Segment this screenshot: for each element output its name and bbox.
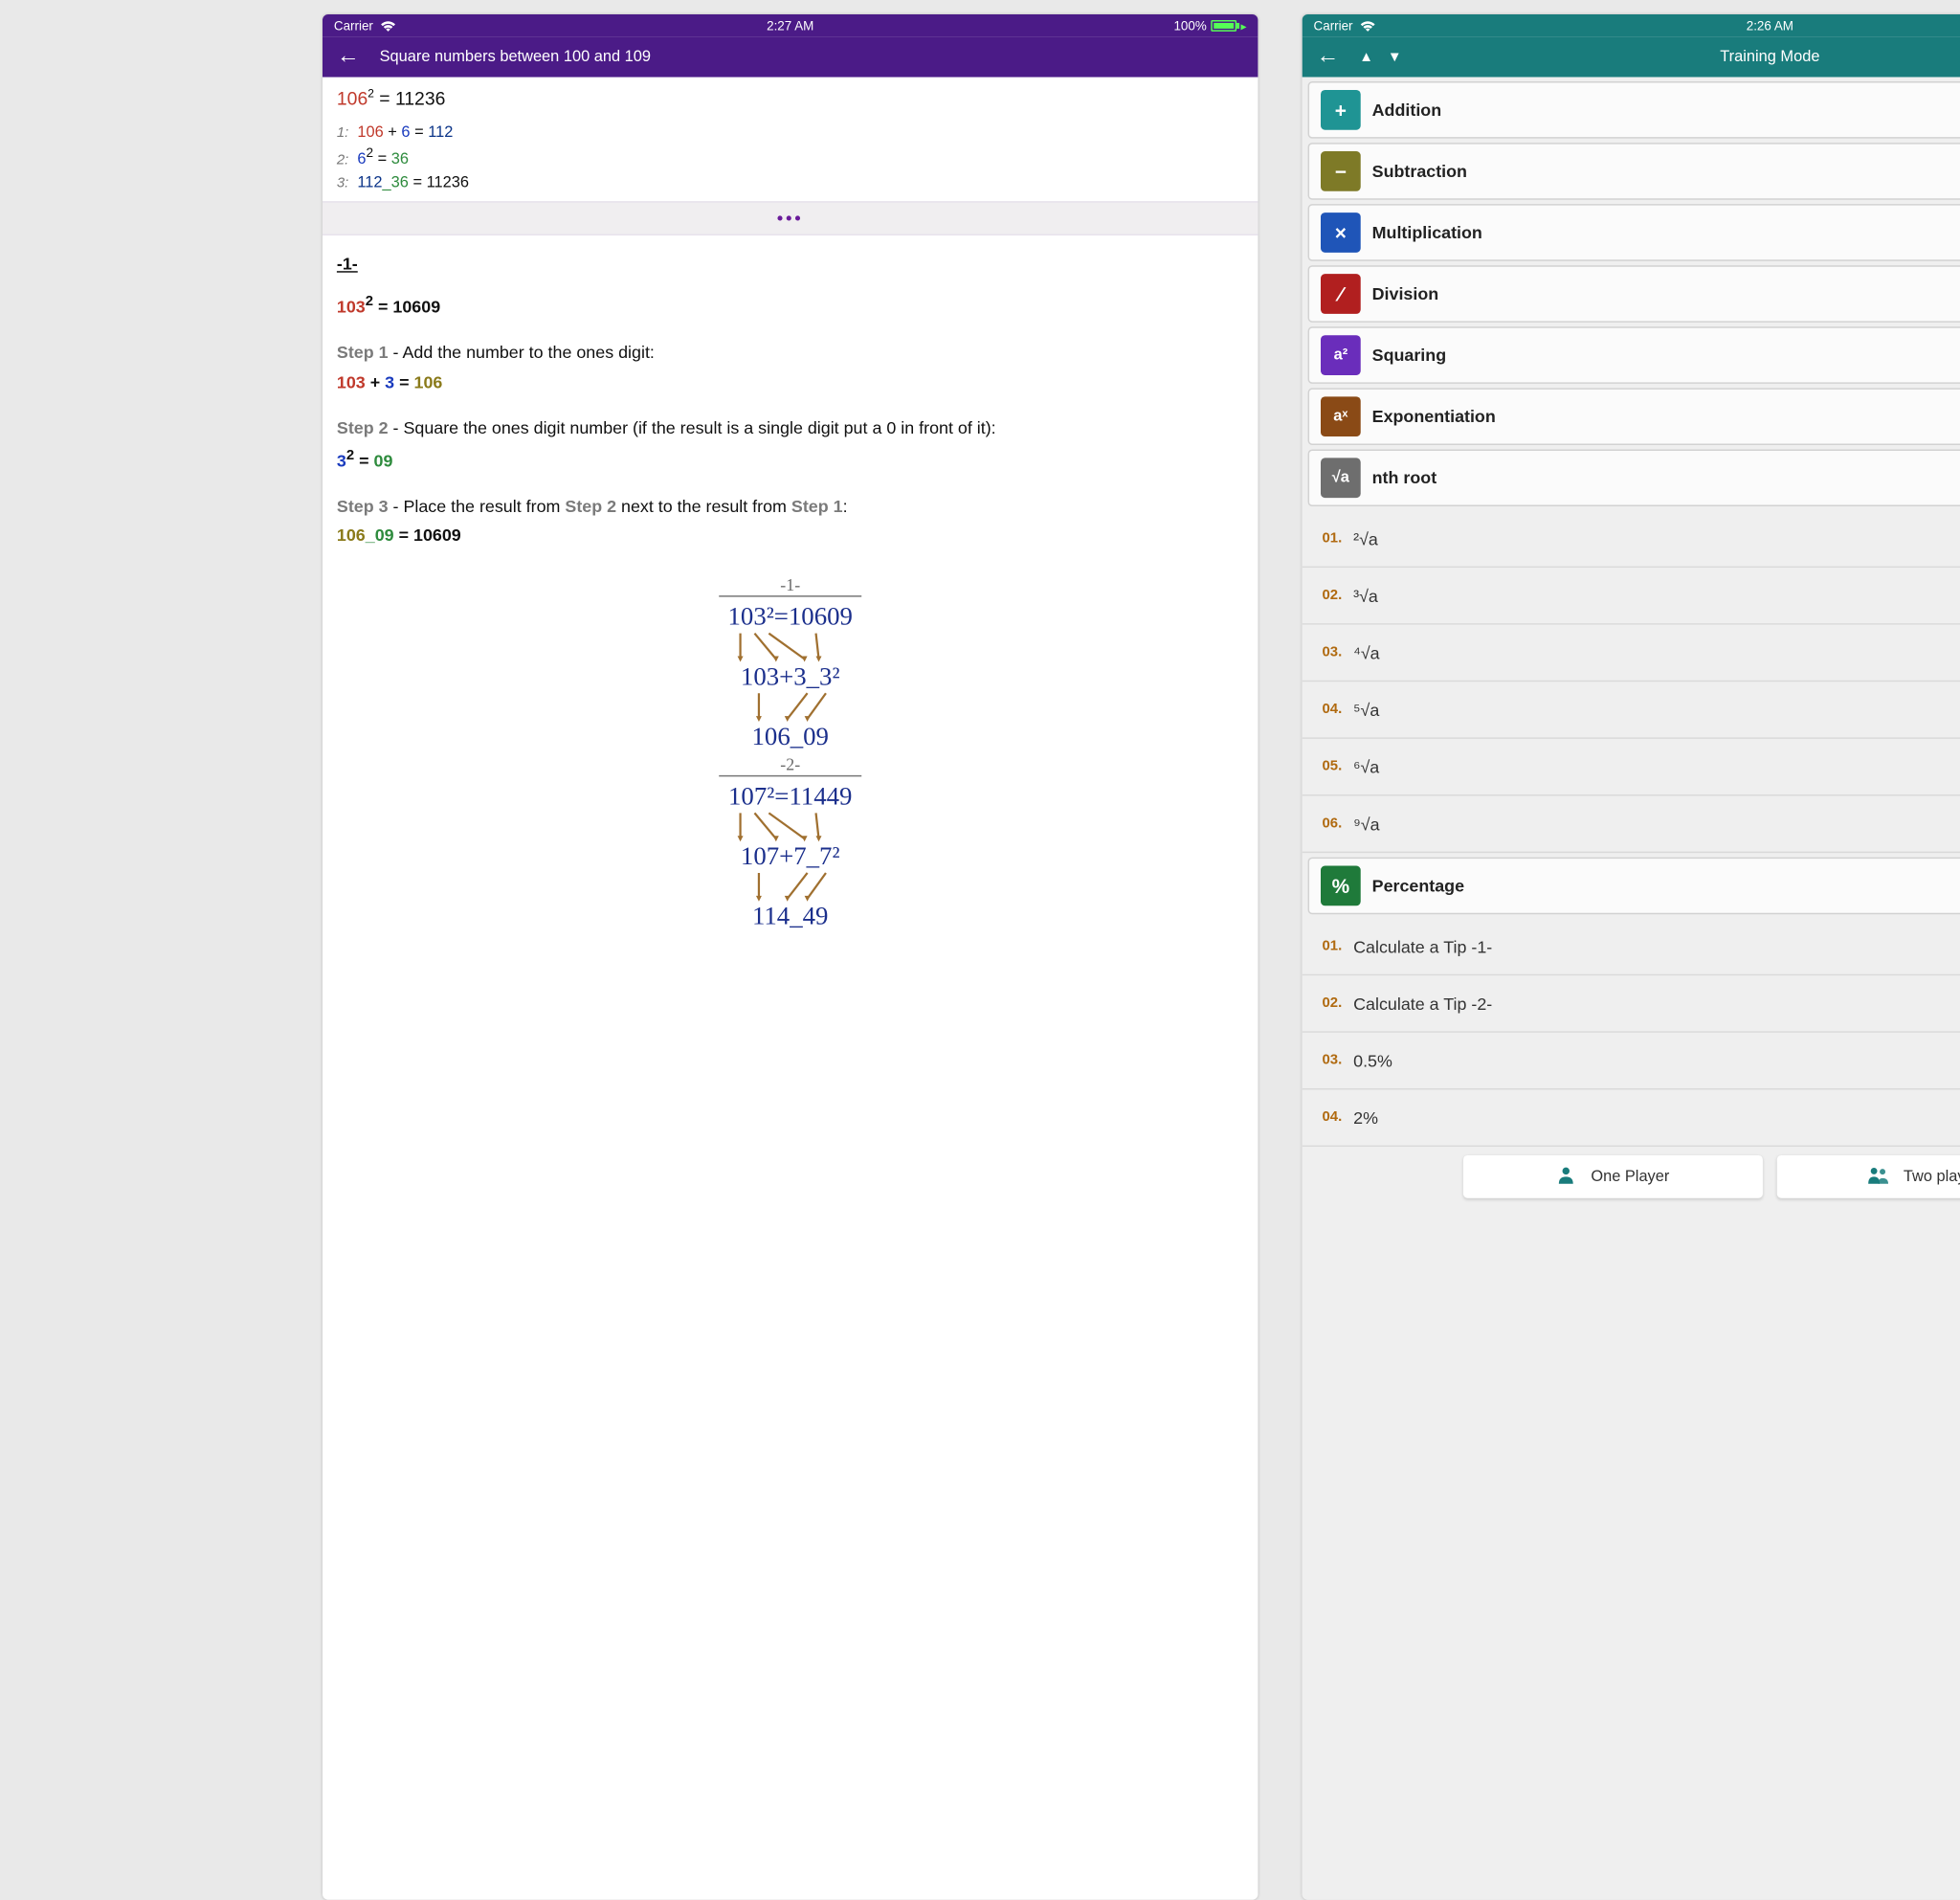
status-time: 2:26 AM [1303, 18, 1960, 33]
one-player-button[interactable]: One Player [1463, 1155, 1763, 1198]
item-label: 2% [1353, 1107, 1378, 1128]
percent-icon: % [1321, 866, 1361, 906]
header-equation: 1062 = 11236 [337, 86, 1244, 113]
svg-text:-1-: -1- [780, 575, 800, 594]
wifi-icon [379, 19, 396, 32]
main-equation: 1032 = 10609 [337, 290, 1244, 322]
up-button[interactable]: ▲ [1359, 50, 1373, 65]
carrier-label: Carrier [334, 18, 373, 33]
category-addition[interactable]: + Addition ▲ [1308, 81, 1960, 139]
item-number: 02. [1322, 588, 1342, 603]
item-number: 02. [1322, 995, 1342, 1011]
carrier-label: Carrier [1314, 18, 1353, 33]
right-device: Carrier 2:26 AM 100% ▸ ← ▲ ▼ Training Mo… [1303, 14, 1960, 1900]
item-number: 03. [1322, 1053, 1342, 1068]
exponent-icon: aˣ [1321, 396, 1361, 436]
item-number: 06. [1322, 816, 1342, 831]
item-number: 01. [1322, 939, 1342, 954]
list-item[interactable]: 06.⁹√a🪙500🔒 [1303, 796, 1960, 854]
svg-text:103²=10609: 103²=10609 [728, 601, 853, 630]
status-bar: Carrier 2:26 AM 100% ▸ [1303, 14, 1960, 37]
divide-icon: ∕ [1321, 274, 1361, 314]
dots-icon: ••• [777, 208, 804, 228]
item-number: 03. [1322, 645, 1342, 660]
list-item[interactable]: 01.²√a0/100✓ [1303, 511, 1960, 569]
battery-icon [1211, 20, 1236, 32]
steps-section: -1- 1032 = 10609 Step 1 - Add the number… [323, 235, 1258, 964]
list-item[interactable]: 01.Calculate a Tip -1-0/100✓ [1303, 919, 1960, 976]
multiply-icon: × [1321, 212, 1361, 253]
page-title: Square numbers between 100 and 109 [380, 49, 651, 66]
svg-text:114_49: 114_49 [752, 901, 828, 929]
list-item[interactable]: 02.Calculate a Tip -2-0/100✓ [1303, 975, 1960, 1033]
mini-step-2: 2: 62 = 36 [337, 145, 1244, 172]
step-2: Step 2 - Square the ones digit number (i… [337, 414, 1244, 476]
item-label: ⁹√a [1353, 814, 1379, 834]
svg-text:107+7_7²: 107+7_7² [741, 841, 840, 870]
mini-step-1: 1: 106 + 6 = 112 [337, 121, 1244, 145]
section-heading: -1- [337, 249, 1244, 278]
item-number: 05. [1322, 759, 1342, 774]
item-label: ⁵√a [1353, 700, 1379, 720]
list-item[interactable]: 02.³√a🪙500🔒 [1303, 568, 1960, 625]
expand-handle[interactable]: ••• [323, 201, 1258, 235]
category-subtraction[interactable]: − Subtraction ▲ [1308, 143, 1960, 200]
item-label: ⁴√a [1353, 642, 1379, 662]
svg-text:103+3_3²: 103+3_3² [741, 661, 840, 690]
list-item[interactable]: 04.⁵√a🪙500🔒 [1303, 682, 1960, 739]
status-time: 2:27 AM [323, 18, 1258, 33]
item-number: 04. [1322, 702, 1342, 717]
worked-diagram: -1- 103²=10609 103+3_3² 106_09 -2- 107²=… [337, 570, 1244, 950]
item-label: ³√a [1353, 586, 1378, 606]
nav-bar: ← ▲ ▼ Training Mode 0/10700 ✓ [1303, 37, 1960, 78]
battery-pct: 100% [1173, 18, 1206, 33]
square-icon: a² [1321, 335, 1361, 375]
wifi-icon [1359, 19, 1376, 32]
item-label: ²√a [1353, 528, 1378, 548]
svg-text:107²=11449: 107²=11449 [728, 781, 852, 810]
back-button[interactable]: ← [1317, 44, 1340, 70]
category-exponentiation[interactable]: aˣ Exponentiation ▲ [1308, 388, 1960, 445]
player-toggle-bar: One Player Two players [1303, 1147, 1960, 1207]
item-label: ⁶√a [1353, 757, 1379, 777]
training-list[interactable]: + Addition ▲ − Subtraction ▲ × Multiplic… [1303, 78, 1960, 1900]
category-squaring[interactable]: a² Squaring ▲ [1308, 326, 1960, 384]
lesson-content: 1062 = 11236 1: 106 + 6 = 112 2: 62 = 36… [323, 78, 1258, 1900]
minus-icon: − [1321, 151, 1361, 191]
step-1: Step 1 - Add the number to the ones digi… [337, 339, 1244, 397]
left-device: Carrier 2:27 AM 100% ▸ ← Square numbers … [323, 14, 1258, 1900]
summary-section: 1062 = 11236 1: 106 + 6 = 112 2: 62 = 36… [323, 78, 1258, 201]
list-item[interactable]: 05.⁶√a🪙500🔒 [1303, 739, 1960, 796]
mini-steps: 1: 106 + 6 = 112 2: 62 = 36 3: 112_36 = … [337, 121, 1244, 195]
list-item[interactable]: 03.0.5%🪙500🔒 [1303, 1033, 1960, 1090]
root-icon: √a [1321, 458, 1361, 498]
person-icon [1557, 1165, 1577, 1189]
plus-icon: + [1321, 90, 1361, 130]
item-label: Calculate a Tip -1- [1353, 936, 1492, 956]
category-division[interactable]: ∕ Division ▲ [1308, 265, 1960, 323]
svg-text:-2-: -2- [780, 754, 800, 773]
charging-icon: ▸ [1241, 19, 1247, 32]
svg-text:106_09: 106_09 [752, 722, 829, 750]
item-number: 04. [1322, 1109, 1342, 1125]
item-label: Calculate a Tip -2- [1353, 994, 1492, 1014]
item-label: 0.5% [1353, 1050, 1392, 1070]
list-item[interactable]: 03.⁴√a🪙500🔒 [1303, 625, 1960, 682]
list-item[interactable]: 04.2%0/100✓ [1303, 1089, 1960, 1147]
nav-bar: ← Square numbers between 100 and 109 [323, 37, 1258, 78]
status-bar: Carrier 2:27 AM 100% ▸ [323, 14, 1258, 37]
down-button[interactable]: ▼ [1388, 50, 1402, 65]
category-multiplication[interactable]: × Multiplication ▲ [1308, 204, 1960, 261]
mini-step-3: 3: 112_36 = 11236 [337, 171, 1244, 195]
step-3: Step 3 - Place the result from Step 2 ne… [337, 492, 1244, 550]
category-nth-root[interactable]: √a nth root ▼ [1308, 449, 1960, 506]
people-icon [1866, 1165, 1889, 1189]
two-players-button[interactable]: Two players [1777, 1155, 1960, 1198]
back-button[interactable]: ← [337, 44, 360, 70]
category-percentage[interactable]: % Percentage ▼ [1308, 858, 1960, 915]
item-number: 01. [1322, 530, 1342, 546]
